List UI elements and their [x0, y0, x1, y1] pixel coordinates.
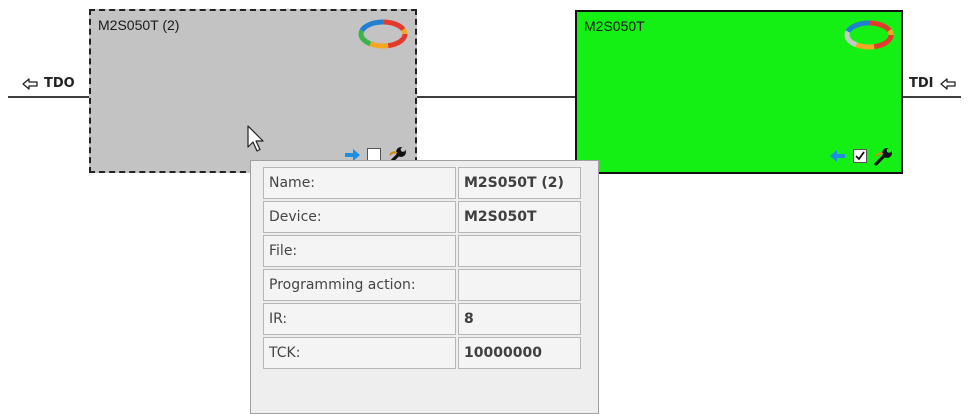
tooltip-value: [458, 235, 581, 267]
device-card-m2s050t[interactable]: M2S050T: [575, 10, 903, 174]
tooltip-row-programming-action: Programming action:: [263, 269, 581, 301]
microsemi-logo-icon: [844, 20, 894, 50]
tooltip-value: 10000000: [458, 337, 581, 369]
tdi-label: TDI: [909, 76, 934, 91]
jtag-chain-canvas: TDO TDI M2S050T (2) M2S050T Name: M2S050…: [0, 0, 969, 414]
tooltip-row-ir: IR: 8: [263, 303, 581, 335]
tooltip-key: Device:: [263, 201, 456, 233]
port-arrow-left-icon: [939, 77, 956, 90]
wrench-icon[interactable]: [873, 146, 895, 166]
tooltip-key: TCK:: [263, 337, 456, 369]
device-title: M2S050T (2): [98, 17, 180, 33]
device-title: M2S050T: [584, 18, 645, 34]
tdo-label: TDO: [44, 76, 75, 91]
tooltip-row-tck: TCK: 10000000: [263, 337, 581, 369]
device-info-tooltip: Name: M2S050T (2) Device: M2S050T File: …: [250, 160, 599, 414]
tooltip-row-name: Name: M2S050T (2): [263, 167, 581, 199]
tooltip-value: M2S050T: [458, 201, 581, 233]
port-arrow-left-icon: [22, 77, 38, 90]
tooltip-key: File:: [263, 235, 456, 267]
tooltip-value: [458, 269, 581, 301]
chain-line-left: [8, 96, 89, 98]
tooltip-key: Name:: [263, 167, 456, 199]
device-controls: [829, 146, 895, 166]
enable-checkbox[interactable]: [853, 149, 867, 163]
tooltip-key: IR:: [263, 303, 456, 335]
mouse-cursor-icon: [247, 125, 264, 152]
tooltip-value: 8: [458, 303, 581, 335]
chain-line-middle: [417, 96, 575, 98]
tooltip-key: Programming action:: [263, 269, 456, 301]
tdi-port: TDI: [909, 76, 956, 91]
microsemi-logo-icon: [358, 19, 408, 49]
arrow-left-icon: [830, 150, 845, 162]
tooltip-row-device: Device: M2S050T: [263, 201, 581, 233]
tooltip-value: M2S050T (2): [458, 167, 581, 199]
chain-line-right: [903, 96, 961, 98]
device-info-table: Name: M2S050T (2) Device: M2S050T File: …: [261, 165, 583, 371]
checkmark-icon: [855, 151, 865, 161]
tdo-port: TDO: [22, 76, 75, 91]
tooltip-row-file: File:: [263, 235, 581, 267]
